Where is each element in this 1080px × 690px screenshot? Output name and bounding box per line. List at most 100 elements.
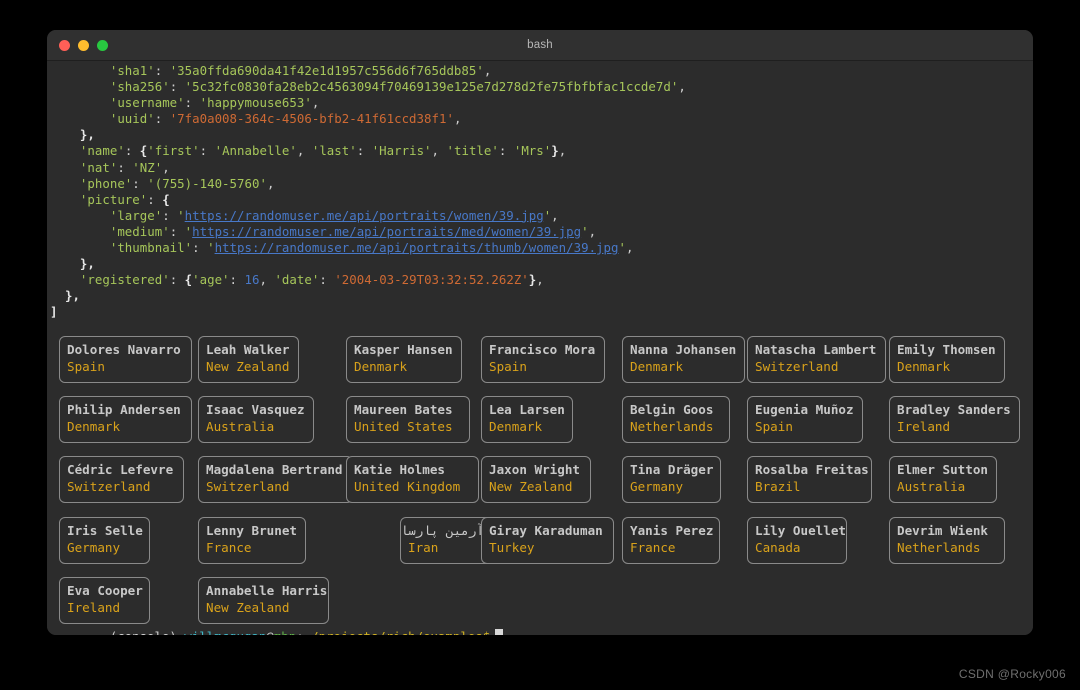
user-card-name: Giray Karaduman [489, 522, 603, 538]
user-card-country: Spain [489, 359, 527, 374]
user-card-name: Jaxon Wright [489, 462, 580, 478]
output-token: : [498, 143, 514, 159]
user-card-country: Ireland [897, 419, 951, 435]
user-card-country: New Zealand [489, 479, 573, 495]
output-token: , [453, 111, 462, 127]
prompt-colon: : [296, 629, 303, 635]
output-token: : [229, 272, 245, 288]
user-card: Leah Walker New Zealand [198, 336, 299, 383]
output-token: 'username' [109, 95, 185, 111]
output-token: 'thumbnail' [109, 240, 193, 256]
screenshot-root: bash 'sha1': '35a0ffda690da41f42e1d1957c… [0, 0, 1080, 690]
output-token: 'phone' [79, 175, 133, 191]
output-token: 'sha256' [109, 79, 170, 95]
user-card-name: Elmer Sutton [897, 462, 988, 478]
user-card: Maureen Bates United States [346, 396, 470, 444]
user-card-country: Switzerland [67, 479, 151, 495]
output-token: : [356, 143, 372, 159]
output-line: 'name': {'first': 'Annabelle', 'last': '… [50, 143, 686, 159]
output-line: 'registered': {'age': 16, 'date': '2004-… [50, 272, 686, 288]
terminal-body[interactable]: 'sha1': '35a0ffda690da41f42e1d1957c556d6… [47, 61, 1033, 635]
user-card: Cédric Lefevre Switzerland [59, 456, 184, 504]
user-card-name: Nanna Johansen [630, 342, 737, 357]
user-card: Elmer Sutton Australia [889, 456, 997, 504]
user-card: آرمین پارسا Iran [400, 516, 492, 564]
output-token: : [169, 272, 185, 288]
output-line: }, [50, 288, 686, 304]
user-card: Philip Andersen Denmark [59, 396, 192, 444]
user-card-name: Dolores Navarro [67, 342, 181, 357]
output-token: 'name' [79, 143, 125, 159]
output-token: ] [50, 304, 58, 320]
user-card: Nanna Johansen Denmark [622, 336, 745, 383]
output-token: 'title' [446, 143, 499, 159]
user-card-country: Netherlands [897, 539, 981, 555]
output-token: ' [207, 240, 215, 256]
user-card-name: Annabelle Harris [206, 582, 328, 598]
user-card-name: Maureen Bates [354, 402, 453, 418]
output-token: , [431, 143, 447, 159]
output-line: 'username': 'happymouse653', [50, 95, 686, 111]
user-card-name: Eugenia Muñoz [755, 402, 854, 418]
user-card-country: United States [354, 419, 453, 435]
output-token: 'picture' [79, 191, 148, 207]
output-token: }, [64, 288, 80, 304]
output-token: : [169, 223, 185, 239]
user-card-name: Rosalba Freitas [755, 462, 869, 478]
user-card: Magdalena Bertrand Switzerland [198, 456, 353, 504]
text-cursor[interactable] [495, 629, 504, 635]
user-card-country: Australia [206, 419, 275, 435]
output-token: , [551, 207, 559, 223]
output-token: 'uuid' [109, 111, 155, 127]
user-card-name: Belgin Goos [630, 402, 714, 418]
card-row: Philip Andersen Denmark Isaac Vasquez Austr… [51, 396, 1031, 456]
output-line: ] [50, 304, 686, 320]
user-card-name: Lea Larsen [489, 402, 565, 418]
output-token: ' [177, 207, 185, 223]
output-token: : [154, 63, 170, 78]
output-token: 'Mrs' [513, 143, 552, 159]
user-card-name: Natascha Lambert [755, 342, 877, 357]
user-card: Emily Thomsen Denmark [889, 336, 1005, 383]
user-card-name: Lenny Brunet [206, 522, 297, 538]
output-token[interactable]: https://randomuser.me/api/portraits/wome… [185, 208, 544, 223]
output-token: { [162, 191, 170, 207]
user-card: Giray Karaduman Turkey [481, 516, 614, 564]
user-card-name: Eva Cooper [67, 582, 143, 598]
user-card: Francisco Mora Spain [481, 336, 605, 383]
user-card-country: France [630, 539, 676, 555]
card-row: Iris Selle Germany Lenny Brunet France آرمین… [51, 516, 1031, 577]
watermark: CSDN @Rocky006 [958, 667, 1066, 681]
user-card-name: Yanis Perez [630, 522, 714, 538]
output-token[interactable]: https://randomuser.me/api/portraits/med/… [192, 224, 581, 239]
user-card: Devrim Wienk Netherlands [889, 516, 1005, 564]
output-line: 'sha256': '5c32fc0830fa28eb2c4563094f704… [50, 79, 686, 95]
output-token: '7fa0a008-364c-4506-bfb2-41f61ccd38f1' [169, 111, 454, 127]
user-card-country: Germany [67, 539, 121, 555]
output-token: '(755)-140-5760' [147, 175, 267, 191]
output-line: }, [50, 127, 686, 143]
output-token: 'large' [109, 207, 163, 223]
user-card-name: Magdalena Bertrand [206, 462, 343, 478]
user-card: Yanis Perez France [622, 516, 720, 564]
output-token: : [147, 191, 163, 207]
output-token[interactable]: https://randomuser.me/api/portraits/thum… [215, 240, 619, 255]
output-token: : [184, 95, 200, 111]
prompt-env: (console) [110, 629, 177, 635]
window-titlebar[interactable]: bash [47, 30, 1033, 61]
output-line: 'medium': 'https://randomuser.me/api/por… [50, 224, 686, 240]
output-token: : [169, 79, 185, 95]
user-card: Lenny Brunet France [198, 516, 306, 564]
user-card-country: Switzerland [206, 479, 290, 495]
user-card: Tina Dräger Germany [622, 456, 721, 504]
user-card-name: Philip Andersen [67, 402, 181, 418]
output-token: : [132, 175, 148, 191]
user-card-country: Australia [897, 479, 966, 495]
prompt-path: ~/projects/rich/examples$ [304, 629, 491, 635]
user-card-name: Emily Thomsen [897, 342, 996, 357]
output-token: } [551, 143, 559, 159]
output-token: , [311, 95, 320, 111]
output-token: , [259, 272, 275, 288]
user-card-country: Spain [67, 359, 105, 374]
output-token: , [162, 159, 170, 175]
